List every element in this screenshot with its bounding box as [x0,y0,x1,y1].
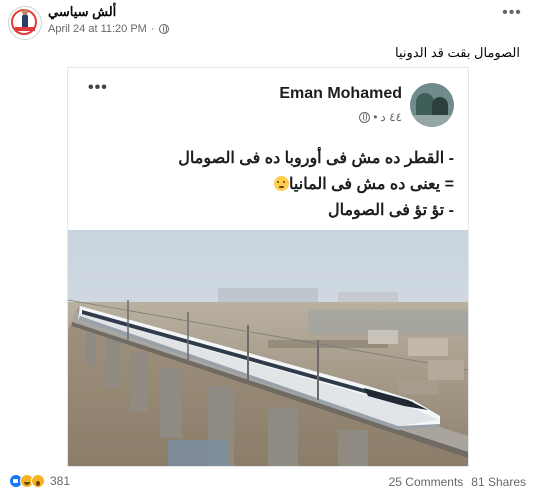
shared-line-2: = يعنى ده مش فى المانيا [178,172,454,198]
post-meta: April 24 at 11:20 PM · [48,23,169,35]
wow-icon [31,474,45,488]
post-timestamp[interactable]: April 24 at 11:20 PM [48,23,147,35]
shared-globe-icon [359,111,371,123]
globe-icon [158,24,169,34]
comments-link[interactable]: 25 Comments [389,475,464,489]
shared-time: ٤٤ د [380,110,402,124]
bullet-train-illustration [68,230,468,466]
shared-line-3: - تؤ تؤ فى الصومال [327,202,454,219]
thinking-face-icon [274,176,290,191]
shared-dot: • [373,110,378,124]
shared-line-1: - القطر ده مش فى أوروبا ده فى الصومال [178,150,454,167]
engagement-stats: 25 Comments 81 Shares [389,475,526,489]
shared-more-icon: ••• [88,79,108,96]
more-options-icon[interactable]: ••• [502,5,522,24]
train-photo [68,230,468,466]
avatar-ground [414,115,450,127]
meta-separator: · [150,23,155,35]
shares-link[interactable]: 81 Shares [471,475,526,489]
reaction-count: 381 [50,474,71,488]
avatar-flag-stripe [15,27,35,31]
reactions-summary[interactable]: 381 [9,474,70,488]
shared-author: Eman Mohamed [279,85,402,102]
facebook-post: ألش سياسي April 24 at 11:20 PM · ••• الص… [0,0,534,494]
shared-image[interactable]: ••• Eman Mohamed ٤٤ د • - القطر ده مش فى… [68,68,468,466]
shared-avatar [410,83,454,127]
post-footer: 381 25 Comments 81 Shares [0,470,534,492]
post-author[interactable]: ألش سياسي [48,4,116,20]
shared-text: - القطر ده مش فى أوروبا ده فى الصومال = … [178,146,454,224]
shared-meta: ٤٤ د • [359,110,402,124]
post-caption: الصومال بقت قد الدونيا [395,45,520,60]
page-avatar[interactable] [8,6,42,40]
